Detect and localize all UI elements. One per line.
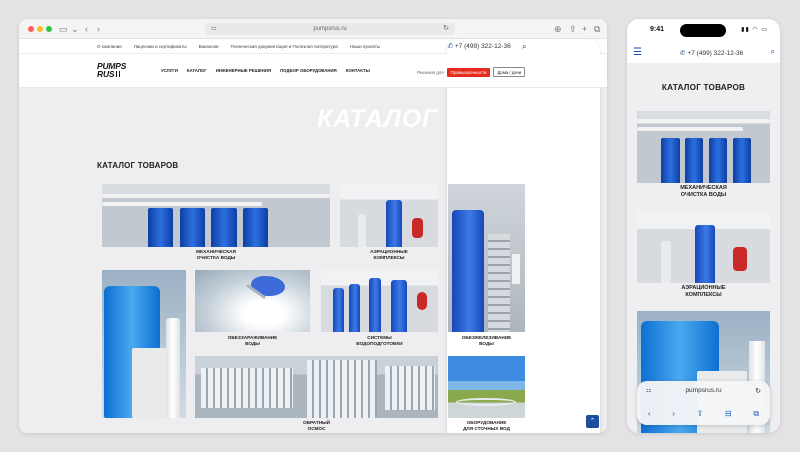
safari-bottom-bar: ⚏ pumpsrus.ru ↻ ‹ › ⇪ ⊟ ⧉ [637, 381, 770, 425]
tile-caption-line-1: АЭРАЦИОННЫЕ [681, 285, 726, 291]
tile-image-wastewater [448, 356, 525, 418]
hamburger-menu-icon[interactable]: ☰ [633, 48, 642, 58]
catalog-heading: КАТАЛОГ ТОВАРОВ [97, 161, 179, 170]
tile-caption-line-2: ВОДЫ [245, 341, 260, 346]
tile-image-storage-tanks [102, 270, 186, 418]
tile-caption-line-2: КОМПЛЕКСЫ [685, 292, 722, 298]
tile-caption-line-2: ОЧИСТКА ВОДЫ [196, 255, 236, 260]
bookmarks-icon[interactable]: ⊟ [725, 409, 732, 419]
mobile-address-url: pumpsrus.ru [685, 387, 722, 394]
mobile-phone-link[interactable]: ✆ +7 (499) 322-12-36 [680, 49, 743, 57]
topnav-link-projects[interactable]: Наши проекты [350, 39, 380, 54]
mobile-tile-image-mechanical [637, 111, 770, 183]
mobile-phone-number: +7 (499) 322-12-36 [687, 50, 744, 57]
mobile-tile-mechanical[interactable]: МЕХАНИЧЕСКАЯ ОЧИСТКА ВОДЫ [637, 111, 770, 203]
menu-item-equipment-selection[interactable]: ПОДБОР ОБОРУДОВАНИЯ [280, 54, 337, 88]
reload-icon[interactable]: ↻ [443, 23, 449, 35]
back-icon[interactable]: ‹ [648, 409, 651, 419]
tabs-icon[interactable]: ⧉ [753, 409, 759, 419]
catalog-tile-mechanical[interactable]: МЕХАНИЧЕСКАЯ ОЧИСТКА ВОДЫ [102, 184, 330, 260]
mobile-tile-image-aeration [637, 211, 770, 283]
close-window-button[interactable] [28, 26, 34, 32]
mobile-tile-aeration[interactable]: АЭРАЦИОННЫЕ КОМПЛЕКСЫ [637, 211, 770, 303]
industrial-button[interactable]: Промышленности [446, 67, 491, 77]
tile-caption-line-2: ДЛЯ СТОЧНЫХ ВОД [463, 426, 510, 431]
forward-icon[interactable]: › [672, 409, 675, 419]
mobile-header: ☰ ✆ +7 (499) 322-12-36 ⌕ [627, 45, 780, 63]
logo-line-2: RUS [97, 69, 115, 79]
tile-image-mechanical [102, 184, 330, 247]
tile-caption-line-2: КОМПЛЕКСЫ [373, 255, 405, 260]
page-settings-icon[interactable]: ⚏ [646, 387, 651, 394]
dynamic-island [680, 24, 726, 37]
website-viewport: О компании Лицензии и сертификаты Ваканс… [19, 39, 607, 433]
mobile-content: КАТАЛОГ ТОВАРОВ МЕХАНИЧЕСКАЯ ОЧИСТКА ВОДЫ… [627, 63, 780, 433]
solutions-switcher: Решения для Промышленности Дома / дачи [417, 67, 526, 77]
topnav-link-about[interactable]: О компании [97, 39, 122, 54]
scroll-to-top-button[interactable]: ⌃ [586, 415, 599, 428]
catalog-tile-storage-tanks[interactable] [102, 270, 186, 418]
header-phone-number: +7 (499) 322-12-36 [454, 43, 511, 50]
forward-icon[interactable]: › [97, 23, 100, 35]
mobile-phone-frame: 9:41 ▮▮ ◠ ▭ ☰ ✆ +7 (499) 322-12-36 ⌕ КАТА… [627, 19, 780, 433]
tile-image-reverse-osmosis [195, 356, 438, 418]
minimize-window-button[interactable] [37, 26, 43, 32]
download-icon[interactable]: ⊕ [554, 23, 562, 35]
phone-icon: ✆ [680, 50, 686, 57]
desktop-browser-window: ▭ ⌄ ‹ › ⚏ pumpsrus.ru ↻ ⊕ ⇪ + ⧉ О компан… [19, 19, 607, 433]
phone-status-bar: 9:41 ▮▮ ◠ ▭ [627, 19, 780, 41]
tile-image-water-systems [321, 270, 438, 332]
logo-bars-icon [116, 71, 121, 77]
menu-item-catalog[interactable]: КАТАЛОГ [187, 54, 207, 88]
phone-icon: ✆ [447, 43, 453, 50]
status-time: 9:41 [650, 26, 665, 33]
topnav-link-documentation[interactable]: Техническая документация и Полезная лите… [230, 39, 337, 54]
catalog-tile-deferrization[interactable]: ОБЕЗЖЕЛЕЗИВАНИЕ ВОДЫ [448, 184, 525, 349]
share-icon[interactable]: ⇪ [697, 409, 704, 419]
chevron-down-icon[interactable]: ⌄ [71, 23, 79, 35]
catalog-tile-water-systems[interactable]: СИСТЕМЫ ВОДОПОДГОТОВКИ [321, 270, 438, 350]
tile-image-aeration [340, 184, 438, 247]
mobile-catalog-heading: КАТАЛОГ ТОВАРОВ [661, 83, 746, 92]
share-icon[interactable]: ⇪ [569, 23, 577, 35]
main-navigation: PUMPS RUS УСЛУГИ КАТАЛОГ ИНЖЕНЕРНЫЕ РЕШЕ… [19, 54, 607, 88]
tile-caption-line-2: ВОДОПОДГОТОВКИ [356, 341, 403, 346]
topnav-link-vacancies[interactable]: Вакансии [199, 39, 219, 54]
catalog-tile-wastewater[interactable]: ОБОРУДОВАНИЕ ДЛЯ СТОЧНЫХ ВОД [448, 356, 525, 432]
catalog-tile-disinfection[interactable]: ОБЕЗЗАРАЖИВАНИЕ ВОДЫ [195, 270, 310, 350]
signal-wifi-battery-icon: ▮▮ ◠ ▭ [741, 27, 768, 33]
tab-overview-icon[interactable]: ⧉ [594, 23, 600, 35]
tile-caption-line-2: ОЧИСТКА ВОДЫ [680, 192, 727, 198]
tile-caption-line-2: ВОДЫ [479, 341, 494, 346]
tile-image-disinfection [195, 270, 310, 332]
tile-image-deferrization [448, 184, 525, 332]
menu-item-engineering[interactable]: ИНЖЕНЕРНЫЕ РЕШЕНИЯ [216, 54, 271, 88]
search-icon[interactable]: ⌕ [771, 47, 775, 57]
back-icon[interactable]: ‹ [85, 23, 88, 35]
reload-icon[interactable]: ↻ [755, 387, 761, 395]
mobile-address-bar[interactable]: ⚏ pumpsrus.ru ↻ [637, 387, 770, 395]
address-url: pumpsrus.ru [313, 26, 347, 32]
catalog-tile-aeration[interactable]: АЭРАЦИОННЫЕ КОМПЛЕКСЫ [340, 184, 438, 260]
solutions-label: Решения для [417, 69, 444, 75]
zoom-window-button[interactable] [46, 26, 52, 32]
top-info-bar: О компании Лицензии и сертификаты Ваканс… [19, 39, 607, 433]
home-button[interactable]: Дома / дачи [493, 67, 526, 77]
new-tab-icon[interactable]: + [582, 23, 587, 35]
catalog-tile-reverse-osmosis[interactable]: ОБРАТНЫЙ ОСМОС [195, 356, 438, 432]
topnav-link-licenses[interactable]: Лицензии и сертификаты [134, 39, 187, 54]
address-bar[interactable]: ⚏ pumpsrus.ru ↻ [205, 23, 455, 35]
sidebar-icon[interactable]: ▭ [59, 23, 68, 35]
tile-caption-line-2: ОСМОС [307, 426, 326, 431]
tile-caption-line-1: МЕХАНИЧЕСКАЯ [680, 185, 727, 191]
page-settings-icon[interactable]: ⚏ [211, 23, 216, 35]
browser-toolbar: ▭ ⌄ ‹ › ⚏ pumpsrus.ru ↻ ⊕ ⇪ + ⧉ [19, 19, 607, 39]
arrow-up-icon: ⌃ [589, 418, 596, 425]
search-icon[interactable]: ⌕ [522, 42, 526, 52]
menu-item-services[interactable]: УСЛУГИ [161, 54, 178, 88]
site-logo[interactable]: PUMPS RUS [97, 62, 126, 79]
hero-title: КАТАЛОГ ТОВАРОВ [317, 105, 576, 133]
menu-item-contacts[interactable]: КОНТАКТЫ [346, 54, 370, 88]
